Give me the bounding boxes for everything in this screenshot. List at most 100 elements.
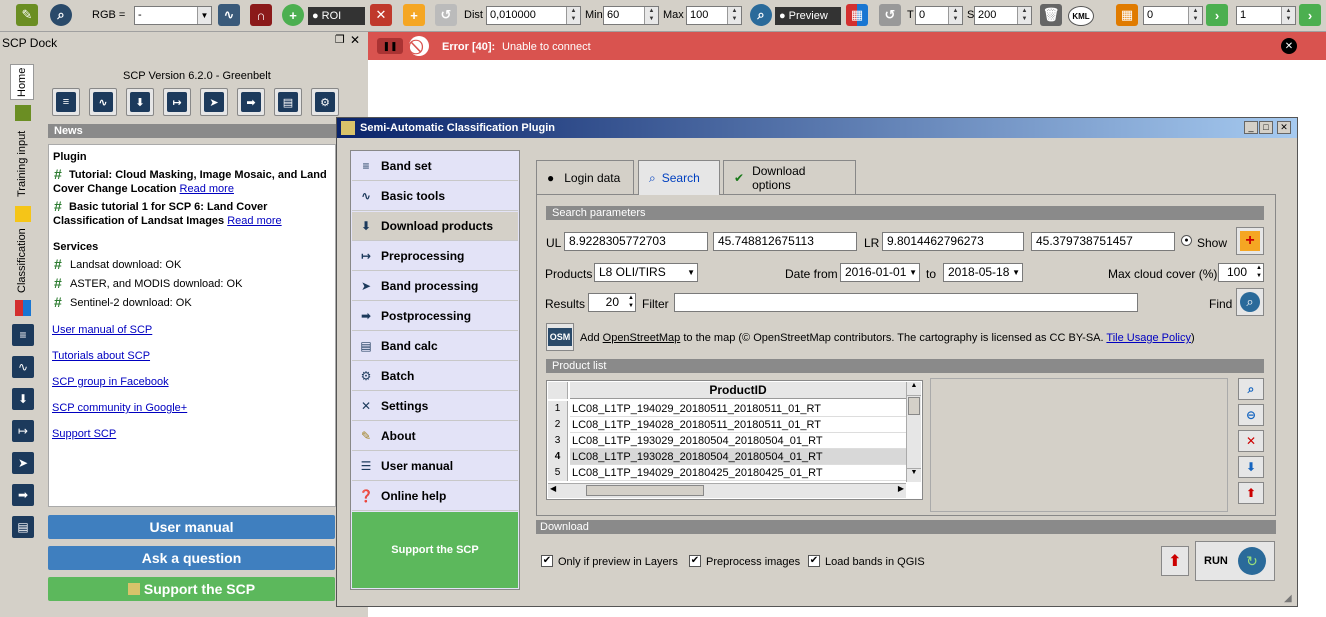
run-button[interactable]: RUN ↻	[1195, 541, 1275, 581]
redo-preview-icon[interactable]: ↺	[879, 4, 901, 26]
roi-toggle[interactable]: ● ROI	[308, 7, 365, 25]
link-support[interactable]: Support SCP	[52, 428, 116, 440]
band-processing-side-icon[interactable]: ➤	[12, 452, 34, 474]
user-manual-button[interactable]: User manual	[48, 515, 335, 539]
horizontal-scroll-thumb[interactable]	[586, 485, 704, 496]
minimize-button[interactable]: _	[1244, 121, 1258, 134]
menu-band-processing[interactable]: ➤ Band processing	[352, 272, 518, 301]
scp-logo-icon[interactable]: ✎	[16, 4, 38, 26]
next-band-icon[interactable]: ›	[1206, 4, 1228, 26]
menu-download-products[interactable]: ⬇ Download products	[352, 212, 518, 241]
maximize-button[interactable]: □	[1259, 121, 1273, 134]
spectral-plot-icon[interactable]: ∿	[218, 4, 240, 26]
link-google-plus[interactable]: SCP community in Google+	[52, 402, 187, 414]
menu-about[interactable]: ✎ About	[352, 422, 518, 451]
display-preview-button[interactable]: ⌕	[1238, 378, 1264, 400]
row-number[interactable]: 1	[548, 401, 568, 417]
dist-spinbox[interactable]: 0,010000 ▲ ▼	[486, 6, 581, 25]
menu-band-calc[interactable]: ▤ Band calc	[352, 332, 518, 361]
osm-link[interactable]: OpenStreetMap	[603, 332, 681, 344]
preview-toggle[interactable]: ● Preview	[775, 7, 841, 25]
curve-icon[interactable]: ∩	[250, 4, 272, 26]
table-vertical-scrollbar[interactable]: ▲ ▼	[906, 382, 921, 482]
remove-roi-icon[interactable]: ✕	[370, 4, 392, 26]
menu-user-manual[interactable]: ☰ User manual	[352, 452, 518, 481]
menu-postprocessing[interactable]: ➡ Postprocessing	[352, 302, 518, 331]
min-spinbox[interactable]: 60 ▲ ▼	[603, 6, 659, 25]
menu-batch[interactable]: ⚙ Batch	[352, 362, 518, 391]
step-spinbox[interactable]: 1 ▲ ▼	[1236, 6, 1296, 25]
max-cloud-spinbox[interactable]: 100 ▲ ▼	[1218, 263, 1264, 282]
support-scp-panel-button[interactable]: Support the SCP	[352, 512, 518, 588]
menu-online-help[interactable]: ❓ Online help	[352, 482, 518, 511]
preprocessing-tool[interactable]: ↦	[163, 88, 191, 116]
results-spinbox[interactable]: 20 ▲ ▼	[588, 293, 636, 312]
menu-band-set[interactable]: ≡ Band set	[352, 152, 518, 181]
link-user-manual[interactable]: User manual of SCP	[52, 324, 152, 336]
band-set-side-icon[interactable]: ≡	[12, 324, 34, 346]
band-calc-tool[interactable]: ▤	[274, 88, 302, 116]
only-preview-checkbox[interactable]: ✔	[541, 555, 553, 567]
table-header-productid[interactable]: ProductID	[570, 382, 906, 399]
load-bands-checkbox[interactable]: ✔	[808, 555, 820, 567]
dock-float-icon[interactable]: ❐	[335, 33, 345, 46]
find-button[interactable]: ⌕	[1236, 288, 1264, 316]
menu-basic-tools[interactable]: ∿ Basic tools	[352, 182, 518, 211]
ask-question-button[interactable]: Ask a question	[48, 546, 335, 570]
basic-tools-side-icon[interactable]: ∿	[12, 356, 34, 378]
close-button[interactable]: ✕	[1277, 121, 1291, 134]
vtab-training-input[interactable]: Training input	[10, 126, 34, 202]
rgb-combobox[interactable]: - ▼	[134, 6, 212, 25]
row-number[interactable]: 2	[548, 417, 568, 433]
products-combobox[interactable]: L8 OLI/TIRS ▼	[594, 263, 698, 282]
link-tutorials[interactable]: Tutorials about SCP	[52, 350, 150, 362]
band-set-tool[interactable]: ≡	[52, 88, 80, 116]
tab-download-options[interactable]: ✔ Download options	[723, 160, 856, 194]
menu-preprocessing[interactable]: ↦ Preprocessing	[352, 242, 518, 271]
postprocessing-tool[interactable]: ➡	[237, 88, 265, 116]
date-from-field[interactable]: 2016-01-01 ▼	[840, 263, 920, 282]
remove-temp-files-icon[interactable]: 🗑	[1040, 4, 1062, 26]
table-horizontal-scrollbar[interactable]: ◀ ▶	[548, 483, 906, 498]
batch-tool[interactable]: ⚙	[311, 88, 339, 116]
tab-search[interactable]: ⌕ Search	[638, 160, 720, 195]
preprocessing-side-icon[interactable]: ↦	[12, 420, 34, 442]
row-number[interactable]: 4	[548, 449, 568, 465]
vtab-classification[interactable]: Classification	[10, 226, 34, 296]
error-close-icon[interactable]: ✕	[1281, 38, 1297, 54]
table-row[interactable]: LC08_L1TP_193029_20180504_20180504_01_RT	[570, 433, 906, 449]
postprocessing-side-icon[interactable]: ➡	[12, 484, 34, 506]
pause-icon[interactable]: ❚❚	[377, 38, 403, 54]
vtab-home[interactable]: Home	[10, 64, 34, 100]
table-row[interactable]: LC08_L1TP_194029_20180425_20180425_01_RT	[570, 465, 906, 481]
band-grid-icon[interactable]: ▦	[1116, 4, 1138, 26]
table-row[interactable]: LC08_L1TP_194028_20180511_20180511_01_RT	[570, 417, 906, 433]
classification-preview-icon[interactable]: ▦	[846, 4, 868, 26]
add-roi-icon[interactable]: +	[403, 4, 425, 26]
dock-close-icon[interactable]: ✕	[350, 33, 360, 47]
osm-button[interactable]: OSM	[546, 323, 574, 351]
resize-grip-icon[interactable]: ◢	[1284, 593, 1292, 604]
export-links-button[interactable]: ⬆	[1161, 546, 1189, 576]
band-processing-tool[interactable]: ➤	[200, 88, 228, 116]
s-spinbox[interactable]: 200 ▲ ▼	[974, 6, 1032, 25]
add-area-button[interactable]: +	[1236, 227, 1264, 255]
row-number[interactable]: 3	[548, 433, 568, 449]
show-radio[interactable]: ●	[1181, 235, 1192, 246]
max-spinbox[interactable]: 100 ▲ ▼	[686, 6, 742, 25]
date-to-field[interactable]: 2018-05-18 ▼	[943, 263, 1023, 282]
table-row-selected[interactable]: LC08_L1TP_193028_20180504_20180504_01_RT	[570, 449, 906, 465]
zoom-roi-icon[interactable]: +	[282, 4, 304, 26]
t-spinbox[interactable]: 0 ▲ ▼	[915, 6, 963, 25]
read-more-link-1[interactable]: Read more	[180, 183, 234, 195]
row-number[interactable]: 5	[548, 465, 568, 481]
read-more-link-2[interactable]: Read more	[227, 215, 281, 227]
table-row[interactable]: LC08_L1TP_194029_20180511_20180511_01_RT	[570, 401, 906, 417]
preprocess-checkbox[interactable]: ✔	[689, 555, 701, 567]
ul-x-field[interactable]: 8.9228305772703	[564, 232, 708, 251]
menu-settings[interactable]: ✕ Settings	[352, 392, 518, 421]
ul-y-field[interactable]: 45.748812675113	[713, 232, 857, 251]
filter-input[interactable]	[674, 293, 1138, 312]
redo-icon[interactable]: ↺	[435, 4, 457, 26]
basic-tools-tool[interactable]: ∿	[89, 88, 117, 116]
